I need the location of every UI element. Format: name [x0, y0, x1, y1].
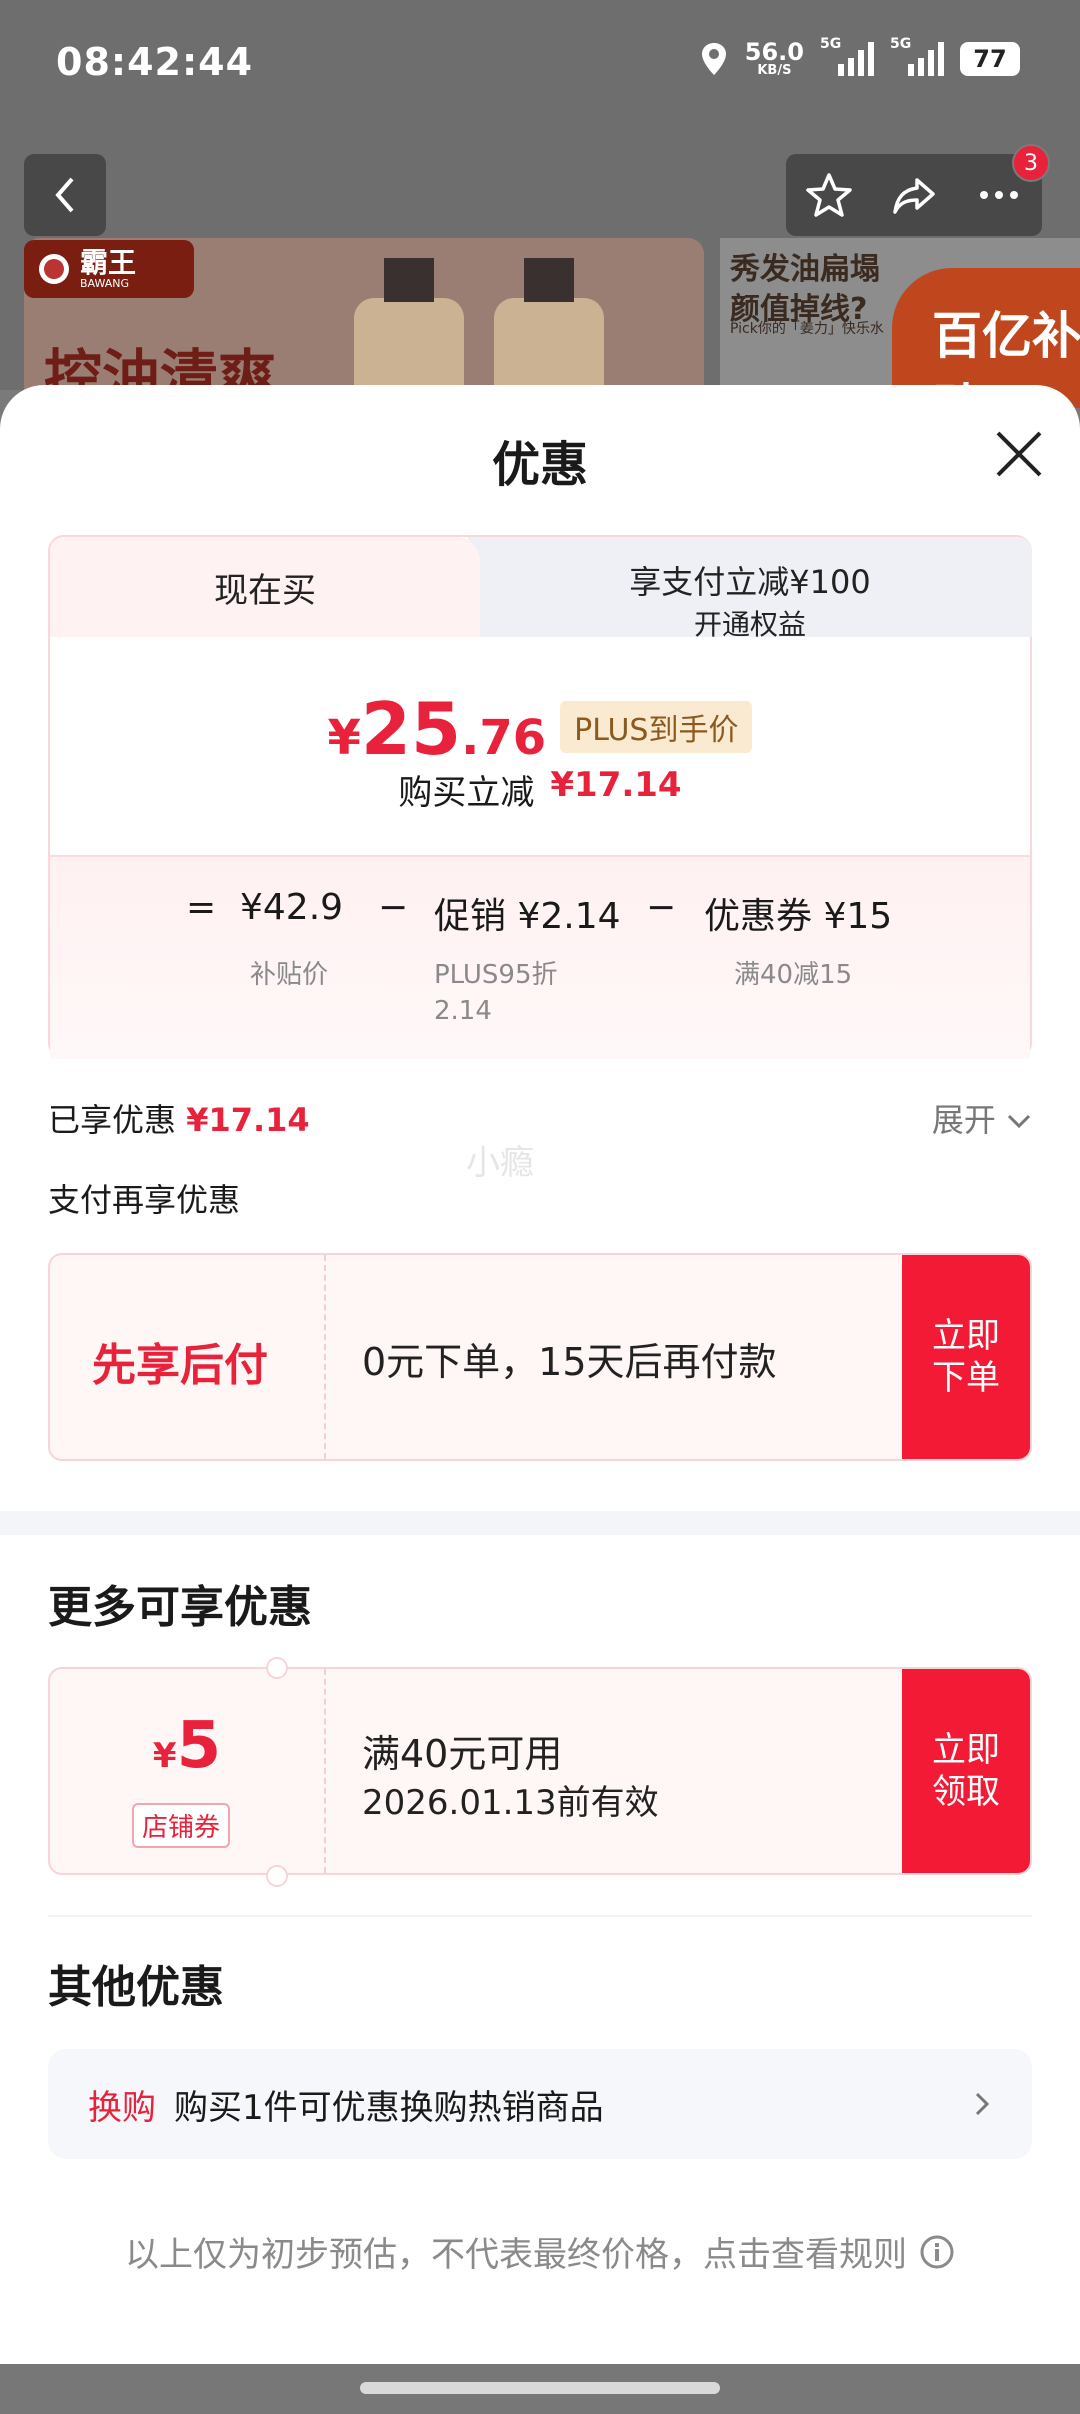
coupon-discount: 优惠券 ¥15 — [704, 896, 893, 937]
final-price: ¥25.76 — [327, 687, 547, 771]
bnpl-description: 0元下单，15天后再付款 — [362, 1340, 777, 1384]
status-time: 08:42:44 — [56, 40, 254, 84]
tab-buy-now[interactable]: 现在买 — [50, 537, 480, 637]
order-now-button[interactable]: 立即 下单 — [902, 1255, 1030, 1459]
more-icon[interactable] — [974, 170, 1024, 220]
location-icon — [701, 42, 726, 75]
coupon-condition: 满40元可用 — [362, 1732, 563, 1776]
divider — [324, 1669, 326, 1873]
chevron-right-icon — [975, 2092, 990, 2116]
star-icon[interactable] — [804, 170, 854, 220]
status-icons: 56.0 KB/S 5G 5G 77 — [699, 36, 1020, 78]
watermark: 小瘾 — [466, 1143, 534, 1183]
promo-detail: PLUS95折 2.14 — [434, 960, 558, 1026]
bnpl-label: 先享后付 — [92, 1340, 268, 1391]
battery-icon: 77 — [960, 41, 1020, 76]
signal-1-icon: 5G — [820, 36, 874, 76]
sheet-title: 优惠 — [491, 437, 588, 493]
base-price-label: 补贴价 — [250, 960, 329, 990]
coupon-type-tag: 店铺券 — [132, 1803, 231, 1848]
coupon-amount: ¥5 — [152, 1709, 222, 1783]
price-breakdown: = ¥42.9 补贴价 − 促销 ¥2.14 PLUS95折 2.14 − 优惠券… — [50, 855, 1030, 1059]
minus-sign: − — [646, 887, 677, 928]
divider — [324, 1255, 326, 1459]
chevron-down-icon — [1007, 1114, 1031, 1129]
top-actions: 3 — [786, 144, 1050, 236]
back-button[interactable] — [24, 154, 106, 236]
minus-sign: − — [378, 887, 409, 928]
tab-pay-discount[interactable]: 享支付立减¥100 开通权益 — [468, 537, 1032, 641]
trade-in-description: 购买1件可优惠换购热销商品 — [174, 2087, 604, 2128]
chevron-left-icon — [55, 177, 74, 213]
more-discounts-title: 更多可享优惠 — [48, 1582, 312, 1633]
coupon-detail: 满40减15 — [734, 960, 853, 990]
reduce-row: 购买立减 ¥17.14 — [398, 765, 682, 813]
info-icon[interactable] — [919, 2234, 955, 2270]
signal-2-icon: 5G — [890, 36, 944, 76]
expand-button[interactable]: 展开 — [932, 1095, 1032, 1141]
enjoyed-discount: 已享优惠 ¥17.14 — [48, 1101, 310, 1139]
store-coupon-card: ¥5 店铺券 满40元可用 2026.01.13前有效 立即 领取 — [48, 1667, 1032, 1875]
coupon-expiry: 2026.01.13前有效 — [362, 1783, 659, 1823]
base-price: ¥42.9 — [240, 887, 344, 928]
discount-sheet: 优惠 享支付立减¥100 开通权益 现在买 ¥25.76 PLUS到手价 购买立… — [0, 385, 1080, 2365]
network-speed: 56.0 KB/S — [744, 38, 804, 78]
trade-in-row[interactable]: 换购 购买1件可优惠换购热销商品 — [48, 2049, 1032, 2159]
disclaimer[interactable]: 以上仅为初步预估，不代表最终价格，点击查看规则 — [0, 2227, 1080, 2276]
plus-price-tag: PLUS到手价 — [560, 701, 753, 753]
promo-small-text: Pick你的「姜力」快乐水 — [730, 321, 884, 337]
other-discounts-title: 其他优惠 — [48, 1962, 224, 2013]
coupon-notch — [266, 1657, 288, 1679]
coupon-notch — [266, 1865, 288, 1887]
bnpl-card: 先享后付 0元下单，15天后再付款 立即 下单 — [48, 1253, 1032, 1461]
brand-emblem-icon — [39, 254, 69, 284]
price-summary: ¥25.76 PLUS到手价 购买立减 ¥17.14 — [50, 637, 1030, 851]
home-indicator[interactable] — [360, 2382, 720, 2394]
cart-count-badge: 3 — [1012, 144, 1050, 182]
claim-coupon-button[interactable]: 立即 领取 — [902, 1669, 1030, 1873]
promo-discount: 促销 ¥2.14 — [434, 896, 621, 937]
pay-again-label: 支付再享优惠 — [48, 1181, 241, 1219]
trade-in-tag: 换购 — [88, 2087, 156, 2128]
brand-logo: 霸王 BAWANG — [24, 240, 194, 298]
status-bar: 08:42:44 56.0 KB/S 5G 5G 77 — [0, 0, 1080, 130]
share-icon[interactable] — [889, 170, 939, 220]
separator — [48, 1915, 1032, 1917]
close-icon[interactable] — [992, 427, 1046, 481]
section-gap — [0, 1511, 1080, 1535]
equals-sign: = — [186, 887, 217, 928]
price-panel: 享支付立减¥100 开通权益 现在买 ¥25.76 PLUS到手价 购买立减 ¥1… — [48, 535, 1032, 1059]
gesture-bar — [0, 2364, 1080, 2414]
